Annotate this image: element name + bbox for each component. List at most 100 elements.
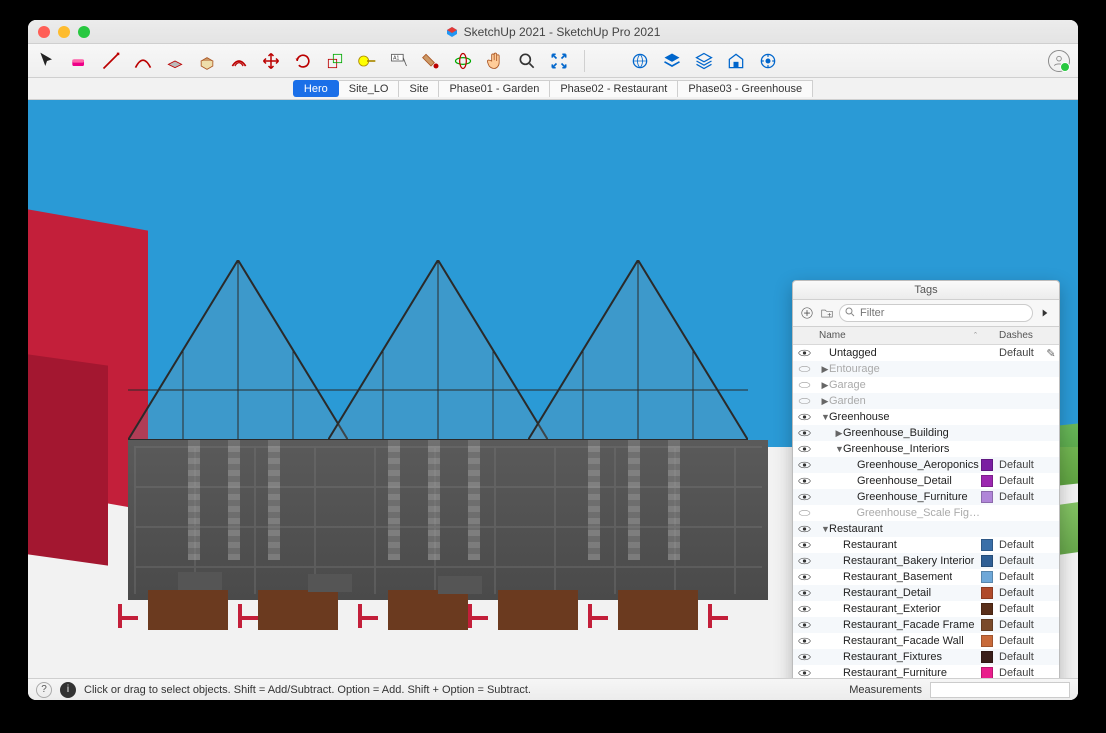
tag-row[interactable]: Restaurant_ExteriorDefault [793,601,1059,617]
tag-row[interactable]: Greenhouse_DetailDefault [793,473,1059,489]
add-tag-folder-button[interactable] [819,305,835,321]
tag-dash[interactable]: Default [995,347,1043,359]
visibility-toggle[interactable] [793,476,815,486]
tag-row[interactable]: ▶Entourage [793,361,1059,377]
tags-col-name[interactable]: Nameˆ [815,327,981,344]
tag-swatch[interactable] [981,635,995,647]
line-icon[interactable] [100,50,122,72]
tag-row[interactable]: Restaurant_DetailDefault [793,585,1059,601]
eraser-icon[interactable] [68,50,90,72]
disclosure-icon[interactable]: ▶ [835,428,843,439]
orbit-icon[interactable] [452,50,474,72]
visibility-toggle[interactable] [793,396,815,406]
visibility-toggle[interactable] [793,364,815,374]
tag-swatch[interactable] [981,603,995,615]
paint-icon[interactable] [420,50,442,72]
tag-row[interactable]: Greenhouse_Scale Figures [793,505,1059,521]
measurements-input[interactable] [930,682,1070,698]
scale-icon[interactable] [324,50,346,72]
scene-tab[interactable]: Site_LO [339,80,400,97]
tag-swatch[interactable] [981,475,995,487]
visibility-toggle[interactable] [793,540,815,550]
tag-dash[interactable]: Default [995,555,1043,567]
zoom-icon[interactable] [516,50,538,72]
scene-tab[interactable]: Phase01 - Garden [439,80,550,97]
visibility-toggle[interactable] [793,380,815,390]
zoom-window-button[interactable] [78,26,90,38]
visibility-toggle[interactable] [793,508,815,518]
tag-row[interactable]: RestaurantDefault [793,537,1059,553]
tape-icon[interactable] [356,50,378,72]
tag-dash[interactable]: Default [995,635,1043,647]
rotate-icon[interactable] [292,50,314,72]
visibility-toggle[interactable] [793,604,815,614]
visibility-toggle[interactable] [793,556,815,566]
tag-dash[interactable]: Default [995,571,1043,583]
tag-swatch[interactable] [981,459,995,471]
select-icon[interactable] [36,50,58,72]
tag-edit-icon[interactable]: ✎ [1043,347,1059,360]
scene-tab[interactable]: Site [399,80,439,97]
info-button[interactable]: i [60,682,76,698]
scene-tab[interactable]: Hero [293,80,339,97]
tag-swatch[interactable] [981,491,995,503]
text-icon[interactable]: A1 [388,50,410,72]
visibility-toggle[interactable] [793,348,815,358]
tag-row[interactable]: ▼Greenhouse_Interiors [793,441,1059,457]
visibility-toggle[interactable] [793,428,815,438]
tag-swatch[interactable] [981,539,995,551]
geo-icon[interactable] [629,50,651,72]
tag-row[interactable]: ▶Garden [793,393,1059,409]
visibility-toggle[interactable] [793,572,815,582]
help-button[interactable]: ? [36,682,52,698]
tag-swatch[interactable] [981,651,995,663]
tag-row[interactable]: ▶Garage [793,377,1059,393]
tag-row[interactable]: Greenhouse_AeroponicsDefault [793,457,1059,473]
tag-row[interactable]: ▼Greenhouse [793,409,1059,425]
offset-icon[interactable] [228,50,250,72]
move-icon[interactable] [260,50,282,72]
visibility-toggle[interactable] [793,492,815,502]
tags-col-dashes[interactable]: Dashes [995,330,1043,341]
visibility-toggle[interactable] [793,460,815,470]
visibility-toggle[interactable] [793,668,815,678]
tag-dash[interactable]: Default [995,539,1043,551]
tag-row[interactable]: UntaggedDefault✎ [793,345,1059,361]
scene-tab[interactable]: Phase02 - Restaurant [550,80,678,97]
visibility-toggle[interactable] [793,524,815,534]
add-tag-button[interactable] [799,305,815,321]
disclosure-icon[interactable]: ▼ [835,444,843,454]
close-window-button[interactable] [38,26,50,38]
tag-dash[interactable]: Default [995,667,1043,678]
tag-dash[interactable]: Default [995,459,1043,471]
tag-swatch[interactable] [981,587,995,599]
tag-dash[interactable]: Default [995,587,1043,599]
tag-row[interactable]: ▶Greenhouse_Building [793,425,1059,441]
tag-row[interactable]: Greenhouse_FurnitureDefault [793,489,1059,505]
tag-row[interactable]: Restaurant_Bakery InteriorDefault [793,553,1059,569]
tag-dash[interactable]: Default [995,491,1043,503]
tag-row[interactable]: ▼Restaurant [793,521,1059,537]
disclosure-icon[interactable]: ▶ [821,396,829,407]
tag-row[interactable]: Restaurant_FixturesDefault [793,649,1059,665]
arc-icon[interactable] [132,50,154,72]
disclosure-icon[interactable]: ▶ [821,364,829,375]
tag-row[interactable]: Restaurant_FurnitureDefault [793,665,1059,678]
scene-tab[interactable]: Phase03 - Greenhouse [678,80,813,97]
tags-panel-menu-button[interactable] [1037,305,1053,321]
tag-row[interactable]: Restaurant_Facade WallDefault [793,633,1059,649]
disclosure-icon[interactable]: ▼ [821,524,829,534]
visibility-toggle[interactable] [793,652,815,662]
pan-icon[interactable] [484,50,506,72]
visibility-toggle[interactable] [793,620,815,630]
tag-dash[interactable]: Default [995,475,1043,487]
tag-dash[interactable]: Default [995,651,1043,663]
outliner-icon[interactable] [693,50,715,72]
extensions-icon[interactable] [757,50,779,72]
tag-swatch[interactable] [981,619,995,631]
zoom-extents-icon[interactable] [548,50,570,72]
tag-dash[interactable]: Default [995,603,1043,615]
tag-swatch[interactable] [981,667,995,678]
tag-swatch[interactable] [981,555,995,567]
visibility-toggle[interactable] [793,588,815,598]
